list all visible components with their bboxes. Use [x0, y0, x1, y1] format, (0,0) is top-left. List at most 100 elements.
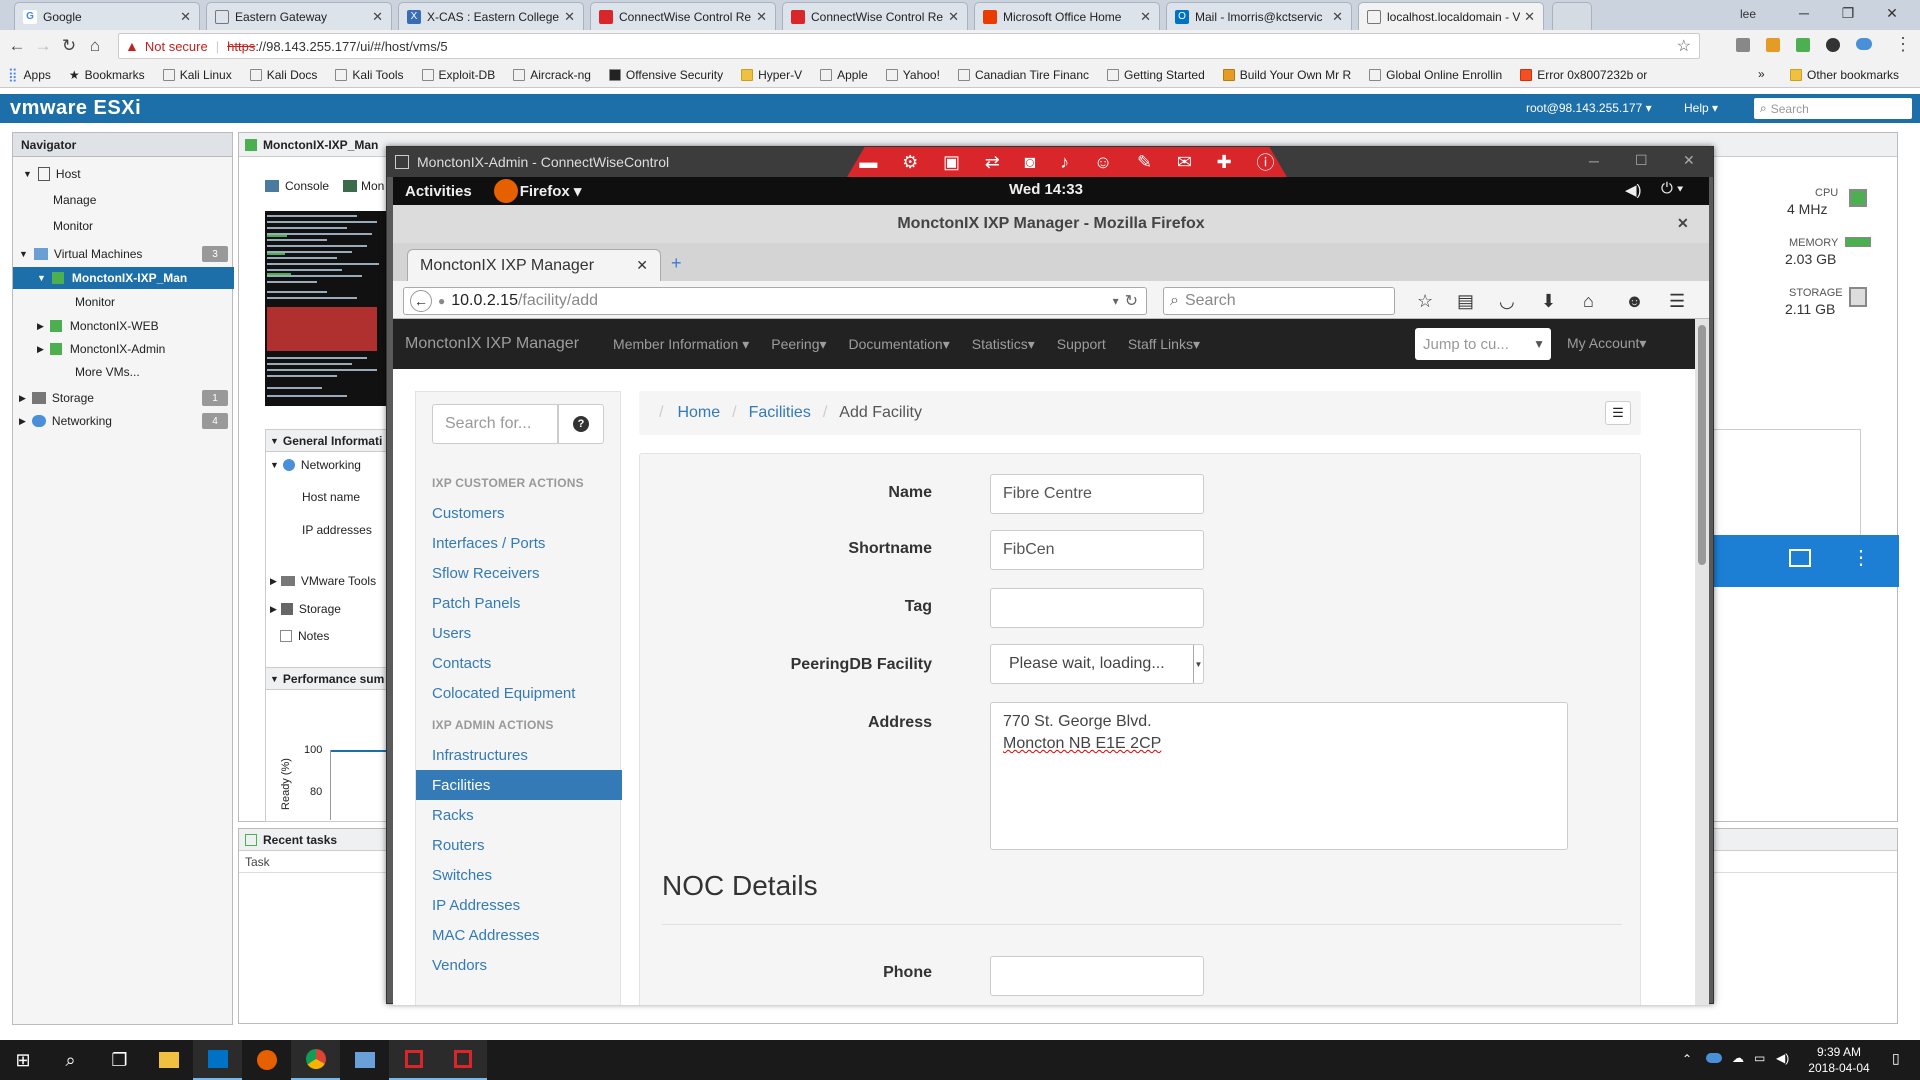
taskbar-clock[interactable]: 9:39 AM 2018-04-04: [1806, 1044, 1872, 1076]
close-icon[interactable]: ✕: [1332, 9, 1343, 25]
nav-vm-admin[interactable]: ▶ MonctonIX-Admin: [13, 338, 234, 360]
close-icon[interactable]: ✕: [372, 9, 383, 25]
close-icon[interactable]: ✕: [1524, 9, 1535, 25]
task-view-icon[interactable]: ❐: [95, 1040, 144, 1080]
nav-monitor[interactable]: Monitor: [13, 215, 234, 237]
phone-field[interactable]: [990, 956, 1204, 996]
bookmark-item[interactable]: Kali Tools: [335, 68, 404, 82]
bookmark-item[interactable]: ★ Bookmarks: [69, 68, 145, 82]
back-icon[interactable]: ←: [4, 36, 30, 56]
scrollbar-thumb[interactable]: [1698, 325, 1706, 565]
ixp-brand[interactable]: MonctonIX IXP Manager: [405, 335, 579, 353]
chat-icon[interactable]: ✉: [1177, 152, 1192, 173]
dropdown-icon[interactable]: ▾: [1113, 294, 1119, 308]
firefox-search-input[interactable]: ⌕ Search: [1163, 287, 1395, 315]
network-icon[interactable]: ▭: [1754, 1051, 1765, 1065]
bookmark-item[interactable]: Getting Started: [1107, 68, 1205, 82]
new-tab-icon[interactable]: +: [671, 253, 682, 274]
bookmark-item[interactable]: Kali Docs: [249, 68, 317, 82]
network-app-icon[interactable]: [340, 1040, 389, 1080]
bookmark-item[interactable]: Aircrack-ng: [513, 68, 591, 82]
nav-storage[interactable]: ▶ Storage 1: [13, 387, 234, 409]
info-icon[interactable]: ⓘ: [1257, 149, 1275, 175]
bookmark-item[interactable]: Global Online Enrollin: [1369, 68, 1502, 82]
reload-icon[interactable]: ↻: [56, 36, 82, 56]
sidebar-item-patch-panels[interactable]: Patch Panels: [416, 588, 622, 618]
gi-networking[interactable]: ▼ Networking: [270, 458, 361, 472]
extension-icon[interactable]: [1766, 38, 1780, 52]
download-icon[interactable]: ⬇: [1541, 291, 1556, 312]
menu-peering[interactable]: Peering ▾: [771, 336, 826, 353]
extension-icon[interactable]: [1796, 38, 1810, 52]
connectwise-icon[interactable]: [389, 1040, 438, 1080]
close-icon[interactable]: ✕: [1140, 9, 1151, 25]
bookmark-item[interactable]: Hyper-V: [741, 68, 802, 82]
volume-icon[interactable]: ◀): [1776, 1051, 1789, 1065]
firefox-tab[interactable]: MonctonIX IXP Manager ✕: [407, 249, 661, 281]
sidebar-search-input[interactable]: Search for...: [432, 404, 558, 444]
notifications-icon[interactable]: ▯: [1892, 1050, 1900, 1067]
home-icon[interactable]: ⌂: [1583, 291, 1594, 312]
maximize-icon[interactable]: ☐: [1635, 152, 1648, 169]
console-thumbnail[interactable]: [265, 211, 390, 406]
close-icon[interactable]: ✕: [564, 9, 575, 25]
gi-vmtools[interactable]: ▶ VMware Tools: [270, 574, 376, 588]
menu-support[interactable]: Support: [1057, 336, 1106, 352]
performance-header[interactable]: ▼ Performance sum: [266, 668, 389, 690]
address-bar[interactable]: ▲ Not secure | https ://98.143.255.177/u…: [118, 33, 1700, 59]
bookmark-item[interactable]: Error 0x8007232b or: [1520, 68, 1647, 82]
bookmark-apps[interactable]: ⣿ Apps: [8, 67, 51, 83]
extension-icon[interactable]: [1826, 38, 1840, 52]
console-button[interactable]: Console: [265, 179, 329, 193]
list-view-button[interactable]: ☰: [1605, 401, 1631, 425]
sidebar-item-vendors[interactable]: Vendors: [416, 950, 622, 980]
reload-icon[interactable]: ↻: [1125, 291, 1138, 311]
folder-icon[interactable]: [1789, 549, 1811, 567]
not-secure-label[interactable]: Not secure: [145, 39, 208, 54]
bookmark-star-icon[interactable]: ☆: [1417, 291, 1433, 312]
gi-notes[interactable]: Notes: [280, 629, 329, 643]
gnome-clock[interactable]: Wed 14:33: [1009, 181, 1083, 198]
activities-button[interactable]: Activities: [405, 183, 472, 200]
pocket-icon[interactable]: ◡: [1499, 291, 1515, 312]
bookmark-item[interactable]: Kali Linux: [162, 68, 232, 82]
tab-eastern-gateway[interactable]: Eastern Gateway ✕: [206, 2, 392, 30]
nav-vm-selected[interactable]: ▼ MonctonIX-IXP_Man: [13, 267, 234, 289]
screen-icon[interactable]: ▬: [859, 152, 877, 173]
plus-icon[interactable]: ✚: [1217, 152, 1232, 173]
app-menu[interactable]: Firefox ▾: [520, 182, 582, 200]
cloud-icon[interactable]: [1856, 38, 1872, 50]
menu-statistics[interactable]: Statistics ▾: [972, 336, 1035, 353]
peeringdb-select[interactable]: Please wait, loading... ▼: [990, 644, 1204, 684]
volume-icon[interactable]: ◀): [1625, 181, 1642, 199]
menu-member-information[interactable]: Member Information ▾: [613, 336, 749, 353]
shortname-field[interactable]: FibCen: [990, 530, 1204, 570]
overflow-chevron-icon[interactable]: »: [1758, 67, 1765, 81]
user-menu[interactable]: root@98.143.255.177 ▾: [1526, 101, 1652, 115]
nav-manage[interactable]: Manage: [13, 189, 234, 211]
other-bookmarks[interactable]: Other bookmarks: [1790, 68, 1899, 82]
sidebar-item-mac-addresses[interactable]: MAC Addresses: [416, 920, 622, 950]
connectwise-icon[interactable]: [438, 1040, 487, 1080]
sidebar-item-racks[interactable]: Racks: [416, 800, 622, 830]
nav-networking[interactable]: ▶ Networking 4: [13, 410, 234, 432]
windows-start-icon[interactable]: ⊞: [0, 1040, 46, 1080]
firefox-url-bar[interactable]: ← ● 10.0.2.15 /facility/add ▾ ↻: [403, 287, 1147, 315]
reading-list-icon[interactable]: ▤: [1457, 291, 1474, 312]
bookmark-item[interactable]: Apple: [820, 68, 868, 82]
bookmark-item[interactable]: Exploit-DB: [421, 68, 495, 82]
sidebar-item-infrastructures[interactable]: Infrastructures: [416, 740, 622, 770]
sidebar-item-colocated[interactable]: Colocated Equipment: [416, 678, 622, 708]
sidebar-item-switches[interactable]: Switches: [416, 860, 622, 890]
close-window-icon[interactable]: ✕: [1872, 0, 1912, 26]
breadcrumb-home[interactable]: Home: [677, 404, 720, 422]
gear-icon[interactable]: ⚙: [902, 152, 918, 173]
close-window-icon[interactable]: ✕: [1683, 152, 1695, 169]
nav-more-vms[interactable]: More VMs...: [13, 361, 234, 383]
general-info-header[interactable]: ▼ General Informati: [266, 430, 389, 452]
chat-icon[interactable]: ☻: [1625, 291, 1644, 312]
sidebar-item-users[interactable]: Users: [416, 618, 622, 648]
firefox-scrollbar[interactable]: [1695, 319, 1709, 1005]
power-icon[interactable]: ⏻ ▾: [1661, 180, 1683, 197]
sidebar-item-routers[interactable]: Routers: [416, 830, 622, 860]
